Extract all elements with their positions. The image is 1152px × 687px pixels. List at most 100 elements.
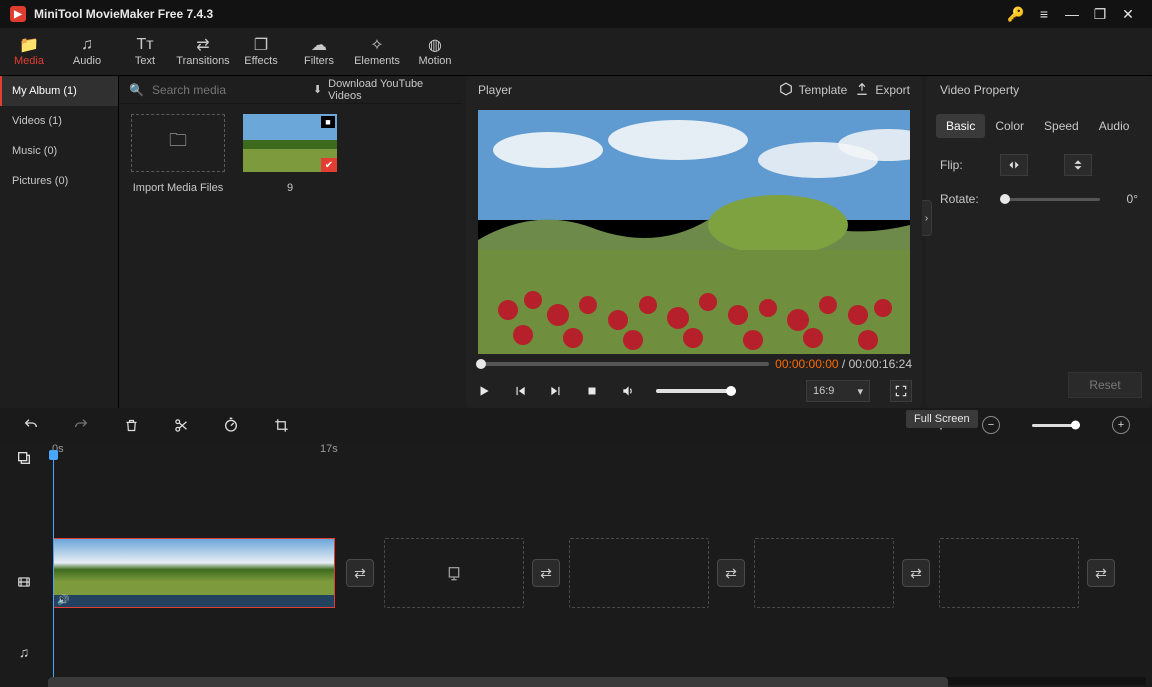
prev-frame-button[interactable]: [512, 383, 528, 399]
ribbon-label: Elements: [354, 55, 400, 67]
undo-button[interactable]: [22, 416, 40, 434]
tab-speed[interactable]: Speed: [1034, 114, 1089, 138]
transition-icon: ⇄: [196, 36, 209, 54]
flip-label: Flip:: [940, 158, 988, 172]
import-media-button[interactable]: 🗀 Import Media Files: [131, 114, 225, 194]
empty-clip-slot[interactable]: [939, 538, 1079, 608]
ribbon-label: Filters: [304, 55, 334, 67]
property-tabs: Basic Color Speed Audio: [926, 104, 1152, 146]
time-display: 00:00:00:00 / 00:00:16:24: [775, 357, 912, 371]
folder-icon: 📁: [19, 36, 39, 54]
ribbon-elements[interactable]: ✧ Elements: [348, 28, 406, 75]
ribbon-transitions[interactable]: ⇄ Transitions: [174, 28, 232, 75]
video-preview[interactable]: [478, 110, 910, 354]
title-bar: ▶ MiniTool MovieMaker Free 7.4.3 🔑 ≡ — ❐…: [0, 0, 1152, 28]
template-button[interactable]: Template: [779, 82, 848, 99]
ribbon-audio[interactable]: ♫ Audio: [58, 28, 116, 75]
next-frame-button[interactable]: [548, 383, 564, 399]
minimize-icon[interactable]: —: [1058, 2, 1086, 26]
video-track-icon[interactable]: [14, 572, 34, 592]
ribbon-motion[interactable]: ◍ Motion: [406, 28, 464, 75]
media-thumbnail: ■ ✔: [243, 114, 337, 172]
template-label: Template: [799, 83, 848, 97]
sidebar-item-videos[interactable]: Videos (1): [0, 106, 118, 136]
ribbon-media[interactable]: 📁 Media: [0, 28, 58, 75]
app-title: MiniTool MovieMaker Free 7.4.3: [34, 7, 213, 21]
download-label: Download YouTube Videos: [328, 78, 452, 102]
reset-button[interactable]: Reset: [1068, 372, 1142, 398]
transition-slot[interactable]: ⇄: [532, 559, 560, 587]
tab-basic[interactable]: Basic: [936, 114, 985, 138]
ribbon-label: Effects: [244, 55, 277, 67]
rotate-label: Rotate:: [940, 192, 988, 206]
rotate-slider[interactable]: [1000, 198, 1100, 201]
export-button[interactable]: Export: [855, 82, 910, 99]
aspect-ratio-select[interactable]: 16:9 ▾: [806, 380, 870, 402]
player-panel: Player Template Export: [466, 76, 922, 408]
media-grid: 🗀 Import Media Files ■ ✔ 9: [119, 104, 462, 408]
timeline-ruler[interactable]: 0s 17s: [48, 442, 1152, 468]
export-label: Export: [875, 83, 910, 97]
speed-button[interactable]: [222, 416, 240, 434]
ruler-mark: 17s: [320, 443, 338, 455]
empty-clip-slot[interactable]: [569, 538, 709, 608]
player-title: Player: [478, 83, 512, 97]
playhead[interactable]: [53, 456, 54, 677]
fullscreen-button[interactable]: [890, 380, 912, 402]
flip-vertical-button[interactable]: [1064, 154, 1092, 176]
empty-clip-slot[interactable]: [754, 538, 894, 608]
search-icon: 🔍: [129, 83, 144, 97]
transition-slot[interactable]: ⇄: [717, 559, 745, 587]
transition-slot[interactable]: ⇄: [1087, 559, 1115, 587]
ribbon-label: Transitions: [176, 55, 229, 67]
ribbon-label: Text: [135, 55, 155, 67]
volume-slider[interactable]: [656, 389, 736, 393]
duration: 00:00:16:24: [849, 357, 912, 371]
transition-slot[interactable]: ⇄: [902, 559, 930, 587]
add-track-button[interactable]: [14, 448, 34, 468]
maximize-icon[interactable]: ❐: [1086, 2, 1114, 26]
module-ribbon: 📁 Media ♫ Audio Tᴛ Text ⇄ Transitions ❐ …: [0, 28, 1152, 76]
effects-icon: ❐: [254, 36, 268, 54]
seek-bar[interactable]: [476, 362, 769, 366]
volume-button[interactable]: [620, 383, 636, 399]
crop-button[interactable]: [272, 416, 290, 434]
sidebar-item-my-album[interactable]: My Album (1): [0, 76, 118, 106]
media-clip-item[interactable]: ■ ✔ 9: [243, 114, 337, 194]
timeline-scrollbar[interactable]: [48, 677, 1146, 685]
close-icon[interactable]: ✕: [1114, 2, 1142, 26]
timeline-clip[interactable]: 🔊: [53, 538, 335, 608]
stop-button[interactable]: [584, 383, 600, 399]
delete-button[interactable]: [122, 416, 140, 434]
redo-button[interactable]: [72, 416, 90, 434]
transition-slot[interactable]: ⇄: [346, 559, 374, 587]
tab-color[interactable]: Color: [985, 114, 1034, 138]
flip-horizontal-button[interactable]: [1000, 154, 1028, 176]
ribbon-filters[interactable]: ☁ Filters: [290, 28, 348, 75]
premium-key-icon[interactable]: 🔑: [1002, 2, 1030, 26]
sidebar-item-pictures[interactable]: Pictures (0): [0, 166, 118, 196]
panel-expand-handle[interactable]: ›: [922, 200, 932, 236]
ribbon-effects[interactable]: ❐ Effects: [232, 28, 290, 75]
media-panel: 🔍 ⬇ Download YouTube Videos 🗀 Import Med…: [119, 76, 462, 408]
download-youtube-button[interactable]: ⬇ Download YouTube Videos: [313, 78, 452, 102]
search-container: 🔍: [129, 82, 309, 98]
zoom-in-button[interactable]: +: [1112, 416, 1130, 434]
play-button[interactable]: [476, 383, 492, 399]
menu-icon[interactable]: ≡: [1030, 2, 1058, 26]
filters-icon: ☁: [311, 36, 327, 54]
empty-clip-slot[interactable]: [384, 538, 524, 608]
audio-track-icon[interactable]: ♫: [14, 642, 34, 662]
sidebar-item-music[interactable]: Music (0): [0, 136, 118, 166]
clip-speaker-icon: 🔊: [57, 595, 69, 606]
main-area: My Album (1) Videos (1) Music (0) Pictur…: [0, 76, 1152, 408]
split-button[interactable]: [172, 416, 190, 434]
music-icon: ♫: [81, 36, 93, 54]
zoom-out-button[interactable]: −: [982, 416, 1000, 434]
search-input[interactable]: [150, 82, 309, 98]
zoom-slider[interactable]: [1032, 424, 1080, 427]
current-time: 00:00:00:00: [775, 357, 838, 371]
ribbon-text[interactable]: Tᴛ Text: [116, 28, 174, 75]
tab-audio[interactable]: Audio: [1089, 114, 1140, 138]
import-label: Import Media Files: [133, 182, 223, 194]
